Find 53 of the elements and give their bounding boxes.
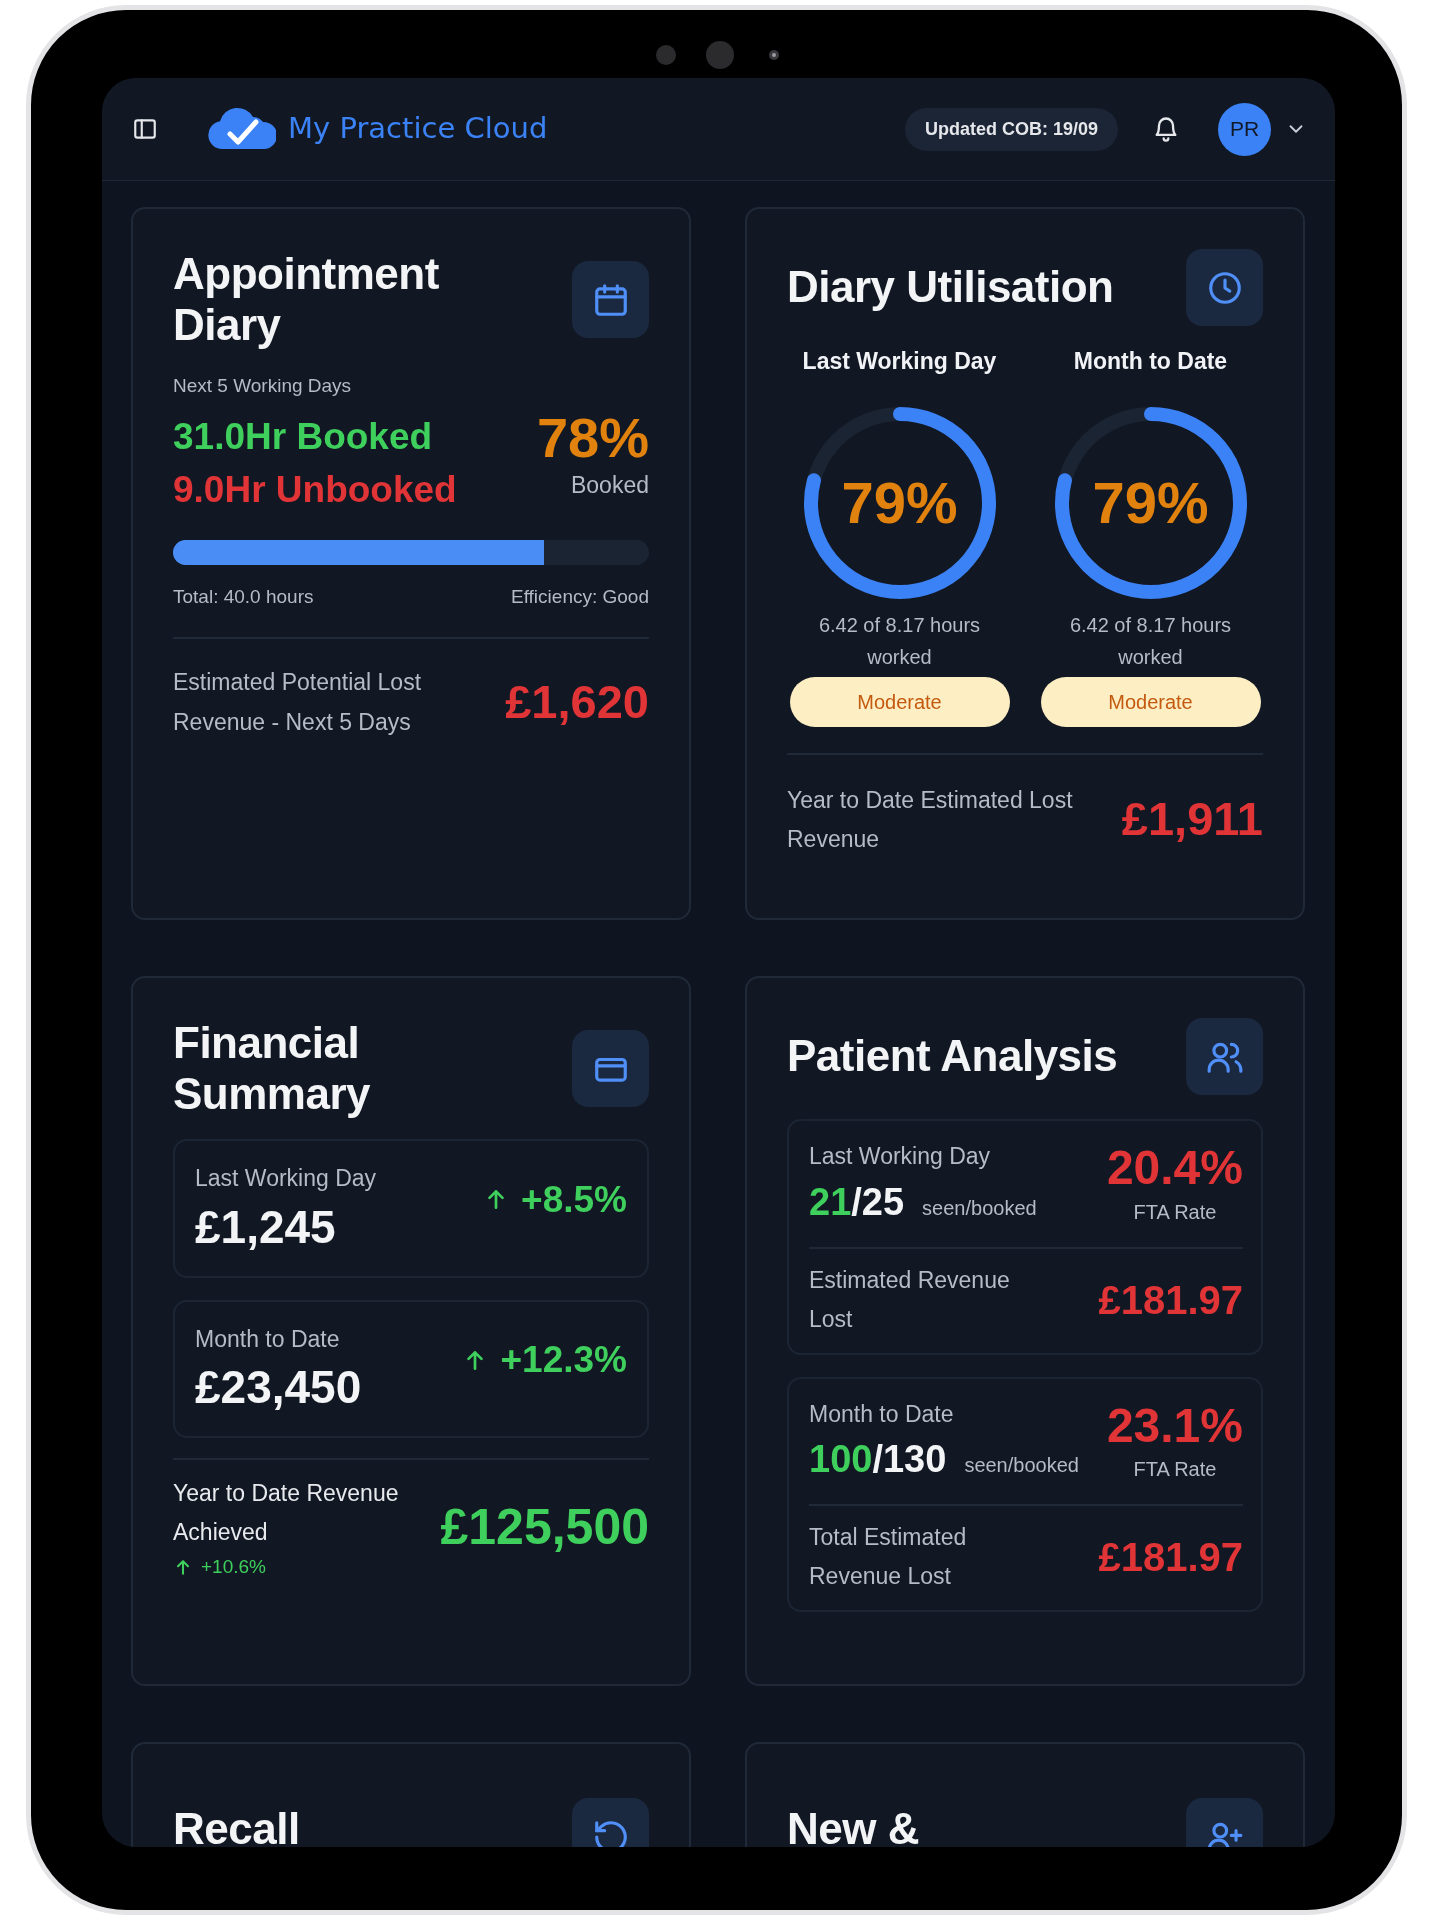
stat-label: Last Working Day bbox=[809, 1142, 992, 1171]
card-title: Financial Summary bbox=[173, 1018, 372, 1120]
booked-hours: 31.0Hr Booked bbox=[173, 414, 434, 459]
booked-percent: 78% bbox=[536, 406, 649, 469]
sidebar-toggle-icon[interactable] bbox=[132, 116, 158, 142]
lost-revenue-label: Estimated Potential Lost Revenue - Next 5 Days bbox=[173, 668, 423, 737]
fta-rate: 23.1% bbox=[1106, 1397, 1243, 1454]
user-avatar[interactable]: PR bbox=[1218, 102, 1271, 156]
stat-label: Last Working Day bbox=[195, 1164, 377, 1194]
fta-rate: 20.4% bbox=[1106, 1140, 1243, 1196]
stat-label: Month to Date bbox=[195, 1324, 341, 1354]
card-title: Diary Utilisation bbox=[787, 262, 1114, 313]
card-title: New & bbox=[787, 1804, 919, 1847]
ytd-label: Year to Date Revenue Achieved bbox=[173, 1479, 400, 1548]
hours-worked: 6.42 of 8.17 hours worked bbox=[1068, 612, 1233, 670]
gauge-label: Month to Date bbox=[1073, 347, 1228, 376]
stat-label: Month to Date bbox=[809, 1399, 955, 1429]
lost-revenue-label: Estimated Revenue Lost bbox=[809, 1265, 1011, 1334]
hours-worked: 6.42 of 8.17 hours worked bbox=[817, 612, 982, 670]
stat-value: £23,450 bbox=[195, 1360, 362, 1416]
ratio-unit: seen/booked bbox=[964, 1453, 1079, 1479]
lost-revenue-value: £181.97 bbox=[1098, 1276, 1243, 1324]
change-value: +8.5% bbox=[521, 1177, 627, 1222]
ratio-unit: seen/booked bbox=[922, 1195, 1037, 1221]
status-badge: Moderate bbox=[789, 676, 1010, 727]
fta-label: FTA Rate bbox=[1132, 1457, 1218, 1483]
stat-value: £1,245 bbox=[195, 1199, 337, 1255]
lost-revenue-value: £1,911 bbox=[1121, 791, 1263, 848]
status-badge: Moderate bbox=[1040, 676, 1261, 727]
cloud-check-icon bbox=[206, 107, 276, 151]
lost-revenue-label: Year to Date Estimated Lost Revenue bbox=[787, 785, 1074, 854]
fta-label: FTA Rate bbox=[1132, 1199, 1218, 1225]
lost-revenue-value: £181.97 bbox=[1098, 1534, 1243, 1582]
lost-revenue-label: Total Estimated Revenue Lost bbox=[809, 1523, 968, 1592]
lost-revenue-value: £1,620 bbox=[505, 674, 649, 731]
percent-label: Booked bbox=[570, 471, 649, 501]
card-title: Appointment Diary bbox=[173, 249, 440, 351]
ytd-value: £125,500 bbox=[440, 1498, 649, 1558]
unbooked-hours: 9.0Hr Unbooked bbox=[173, 467, 457, 512]
card-title: Recall bbox=[173, 1804, 300, 1847]
ytd-change: +10.6% bbox=[201, 1554, 266, 1579]
seen-booked-ratio: 100/130 bbox=[809, 1437, 947, 1483]
gauge-value: 79% bbox=[841, 469, 958, 537]
brand-name: My Practice Cloud bbox=[288, 110, 548, 148]
efficiency-rating: Efficiency: Good bbox=[511, 584, 649, 609]
card-title: Patient Analysis bbox=[787, 1031, 1118, 1082]
update-badge: Updated COB: 19/09 bbox=[904, 107, 1118, 151]
subtitle: Next 5 Working Days bbox=[173, 374, 353, 399]
change-value: +12.3% bbox=[500, 1338, 627, 1383]
gauge-value: 79% bbox=[1092, 469, 1209, 537]
seen-booked-ratio: 21/25 bbox=[809, 1179, 905, 1225]
gauge-label: Last Working Day bbox=[802, 347, 997, 376]
total-hours: Total: 40.0 hours bbox=[173, 584, 314, 609]
